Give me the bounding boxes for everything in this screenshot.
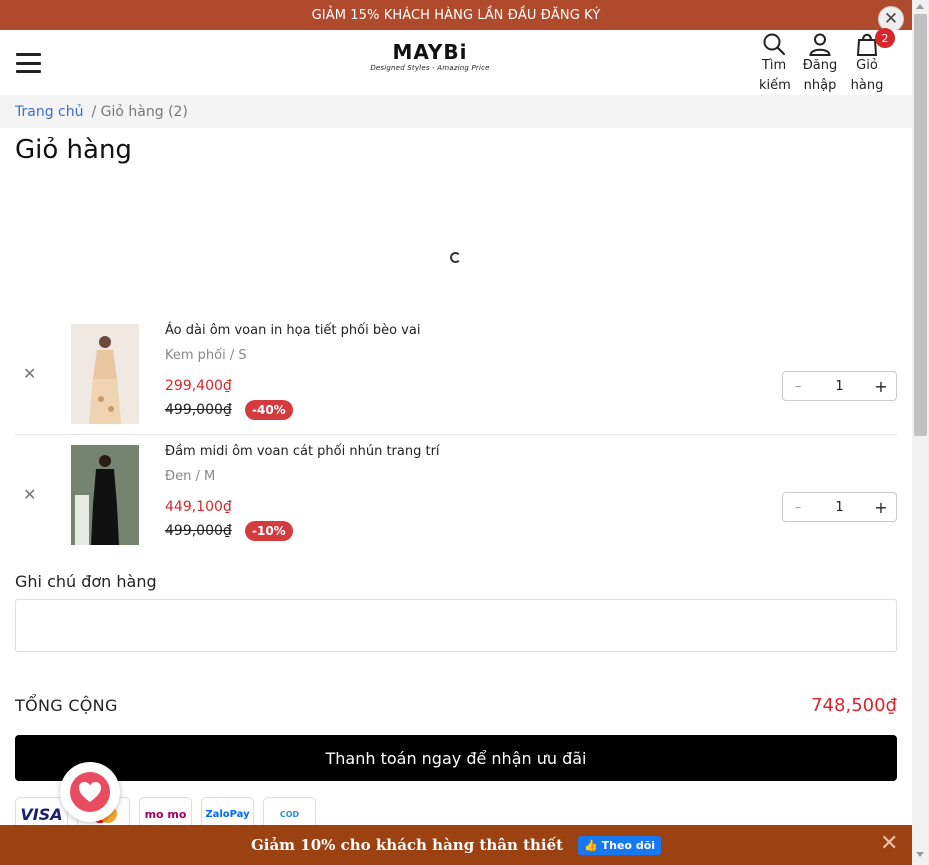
- product-name-link[interactable]: Áo dài ôm voan in họa tiết phối bèo vai: [165, 323, 420, 338]
- search-label-2: kiếm: [759, 78, 791, 93]
- top-promo-text: GIẢM 15% KHÁCH HÀNG LẦN ĐẦU ĐĂNG KÝ: [311, 7, 601, 23]
- search-label-1: Tìm: [761, 58, 787, 73]
- quantity-decrease-button[interactable]: –: [783, 379, 813, 394]
- bottom-promo-text: Giảm 10% cho khách hàng thân thiết: [250, 836, 564, 854]
- remove-icon: ✕: [23, 364, 37, 383]
- order-note-textarea[interactable]: [15, 599, 897, 652]
- total-label: TỔNG CỘNG: [15, 696, 118, 715]
- logo-tagline: Designed Styles - Amazing Price: [370, 64, 490, 72]
- product-name-link[interactable]: Đầm midi ôm voan cát phối nhún trang trí: [165, 444, 440, 459]
- product-price: 449,100₫: [165, 499, 232, 515]
- top-promo-banner[interactable]: GIẢM 15% KHÁCH HÀNG LẦN ĐẦU ĐĂNG KÝ: [0, 0, 912, 30]
- order-note-label: Ghi chú đơn hàng: [15, 572, 157, 591]
- wishlist-floating-button[interactable]: [60, 762, 120, 822]
- search-icon: [763, 33, 786, 56]
- quantity-increase-button[interactable]: +: [866, 377, 896, 396]
- site-header: MAYBi Designed Styles - Amazing Price Tì…: [0, 28, 912, 96]
- quantity-stepper: – 1 +: [782, 492, 897, 522]
- cart-button[interactable]: 2 Giỏ hàng: [849, 28, 895, 96]
- heart-icon: [79, 782, 101, 802]
- search-button[interactable]: Tìm kiếm: [759, 32, 791, 96]
- cart-label-1: Giỏ: [856, 58, 878, 73]
- breadcrumb-current: / Giỏ hàng (2): [91, 103, 188, 120]
- discount-badge: -10%: [245, 521, 293, 541]
- discount-badge: -40%: [245, 400, 293, 420]
- close-icon: ✕: [883, 9, 899, 29]
- total-value: 748,500₫: [811, 695, 897, 716]
- login-label-1: Đăng: [802, 58, 838, 73]
- page-scrollbar[interactable]: [912, 0, 929, 865]
- cart-item: ✕ Đầm midi ôm voan cát phối nhún trang t…: [15, 435, 897, 556]
- product-old-price: 499,000₫: [165, 402, 232, 418]
- quantity-stepper: – 1 +: [782, 371, 897, 401]
- scroll-up-arrow-icon[interactable]: [916, 4, 924, 9]
- remove-item-button[interactable]: ✕: [23, 487, 36, 503]
- follow-button[interactable]: 👍 Theo dõi: [578, 835, 662, 855]
- quantity-decrease-button[interactable]: –: [783, 500, 813, 515]
- product-image[interactable]: [71, 324, 139, 424]
- product-variant: Đen / M: [165, 469, 216, 484]
- bottom-promo-banner: Giảm 10% cho khách hàng thân thiết 👍 The…: [0, 825, 912, 865]
- product-variant: Kem phối / S: [165, 348, 247, 363]
- logo-text: MAYBi: [392, 40, 468, 64]
- remove-item-button[interactable]: ✕: [23, 366, 36, 382]
- breadcrumb-home-link[interactable]: Trang chủ: [15, 104, 83, 120]
- breadcrumb: Trang chủ / Giỏ hàng (2): [0, 95, 912, 128]
- scrollbar-thumb[interactable]: [914, 14, 927, 436]
- product-price: 299,400₫: [165, 378, 232, 394]
- menu-icon[interactable]: [16, 53, 41, 73]
- login-button[interactable]: Đăng nhập: [801, 32, 839, 96]
- quantity-increase-button[interactable]: +: [866, 498, 896, 517]
- cart-label-2: hàng: [850, 78, 884, 93]
- quantity-input[interactable]: 1: [813, 500, 866, 515]
- close-bottom-promo-icon[interactable]: ✕: [880, 833, 898, 855]
- page-title: Giỏ hàng: [15, 135, 132, 165]
- login-label-2: nhập: [803, 78, 837, 93]
- checkout-label: Thanh toán ngay để nhận ưu đãi: [325, 748, 587, 768]
- quantity-input[interactable]: 1: [813, 379, 866, 394]
- cart-item: ✕ Áo dài ôm voan in họa tiết phối bèo va…: [15, 314, 897, 435]
- product-old-price: 499,000₫: [165, 523, 232, 539]
- logo[interactable]: MAYBi Designed Styles - Amazing Price: [360, 40, 500, 72]
- cart-count-badge: 2: [875, 28, 895, 48]
- product-image[interactable]: [71, 445, 139, 545]
- remove-icon: ✕: [23, 485, 37, 504]
- scroll-down-arrow-icon[interactable]: [916, 852, 924, 857]
- loading-spinner-icon: [450, 252, 461, 263]
- user-icon: [809, 33, 831, 56]
- checkout-button[interactable]: Thanh toán ngay để nhận ưu đãi: [15, 735, 897, 781]
